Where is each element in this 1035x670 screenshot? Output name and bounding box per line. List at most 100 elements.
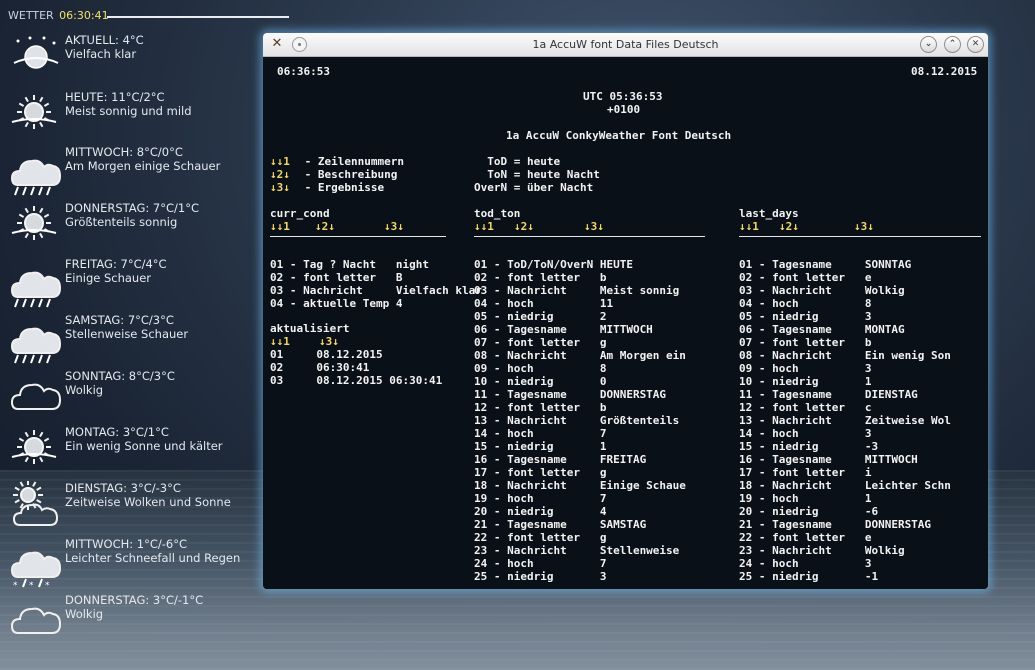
data-line: 02 06:30:41 <box>270 361 370 374</box>
data-line: 10 - niedrig 0 <box>474 375 607 388</box>
data-line: 23 - Nachricht Stellenweise <box>474 544 680 557</box>
data-line: 10 - niedrig 1 <box>739 375 872 388</box>
legend-marker: ↓2↓ <box>270 168 290 181</box>
data-line: 13 - Nachricht Zeitweise Wol <box>739 414 951 427</box>
col-marker: ↓↓1 <box>474 220 494 233</box>
data-line: 21 - Tagesname DONNERSTAG <box>739 518 932 531</box>
data-line: 23 - Nachricht Wolkig <box>739 544 905 557</box>
data-line: 16 - Tagesname FREITAG <box>474 453 647 466</box>
weather-item-description: Größtenteils sonnig <box>65 215 178 229</box>
data-line: 07 - font letter g <box>474 336 607 349</box>
weather-item: DONNERSTAG: 7°C/1°C Größtenteils sonnig <box>10 201 250 251</box>
weather-item: DONNERSTAG: 3°C/-1°C Wolkig <box>10 593 250 643</box>
weather-item-description: Wolkig <box>65 607 104 621</box>
legend-text: - Zeilennummern <box>298 155 404 168</box>
weather-item: SAMSTAG: 7°C/3°C Stellenweise Schauer <box>10 313 250 364</box>
sun-icon <box>10 201 62 247</box>
conky-header-divider <box>107 16 289 18</box>
weather-item-description: Meist sonnig und mild <box>65 104 192 118</box>
rule-curr-cond <box>270 236 446 237</box>
legend-abbreviation: OverN = über Nacht <box>474 181 594 194</box>
weather-item: MITTWOCH: 8°C/0°C Am Morgen einige Schaue… <box>10 145 250 196</box>
data-line: 06 - Tagesname MITTWOCH <box>474 323 653 336</box>
minimize-button[interactable]: ⌄ <box>920 36 937 53</box>
rule-last-days <box>739 236 981 237</box>
weather-item-title: DIENSTAG: 3°C/-3°C <box>65 481 181 495</box>
data-line: 03 - Nachricht Meist sonnig <box>474 284 680 297</box>
weather-item-description: Vielfach klar <box>65 47 137 61</box>
conky-header: WETTER 06:30:41 <box>8 9 109 22</box>
data-line: 12 - font letter b <box>474 401 607 414</box>
maximize-button[interactable]: ⌃ <box>944 36 961 53</box>
weather-item-title: DONNERSTAG: 3°C/-1°C <box>65 593 204 607</box>
data-line: 02 - font letter B <box>270 271 403 284</box>
data-line: 07 - font letter b <box>739 336 872 349</box>
data-line: 19 - hoch 1 <box>739 492 872 505</box>
window-title: 1a AccuW font Data Files Deutsch <box>532 38 719 51</box>
col-marker: ↓3↓ <box>854 220 874 233</box>
night-clear-icon <box>10 33 62 79</box>
weather-item-title: MITTWOCH: 1°C/-6°C <box>65 537 188 551</box>
weather-item: DIENSTAG: 3°C/-3°C Zeitweise Wolken und S… <box>10 480 250 531</box>
data-line: 21 - Tagesname SAMSTAG <box>474 518 647 531</box>
legend-abbreviation: ToD = heute <box>474 155 561 168</box>
data-line: 25 - niedrig -1 <box>739 570 879 583</box>
data-line: 06 - Tagesname MONTAG <box>739 323 905 336</box>
window-titlebar[interactable]: ✕ 1a AccuW font Data Files Deutsch ⌄ ⌃ ✕ <box>263 33 988 57</box>
data-line: 04 - hoch 11 <box>474 297 614 310</box>
data-line: 15 - niedrig 1 <box>474 440 607 453</box>
legend-abbreviation: ToN = heute Nacht <box>474 168 600 181</box>
data-line: 12 - font letter c <box>739 401 872 414</box>
svg-text:*: * <box>45 581 50 589</box>
data-line: 08 - Nachricht Ein wenig Son <box>739 349 951 362</box>
local-time: 06:36:53 <box>277 65 330 78</box>
data-line: 02 - font letter b <box>474 271 607 284</box>
col-marker: ↓↓1 <box>270 335 290 348</box>
terminal-window[interactable]: ✕ 1a AccuW font Data Files Deutsch ⌄ ⌃ ✕… <box>263 33 988 589</box>
weather-item-title: MONTAG: 3°C/1°C <box>65 425 169 439</box>
data-line: 20 - niedrig 4 <box>474 505 607 518</box>
section-title-curr-cond: curr_cond <box>270 207 330 220</box>
data-line: 13 - Nachricht Größtenteils <box>474 414 680 427</box>
col-marker: ↓3↓ <box>584 220 604 233</box>
data-line: 22 - font letter g <box>474 531 607 544</box>
conky-header-label: WETTER <box>8 9 54 22</box>
data-line: 11 - Tagesname DIENSTAG <box>739 388 918 401</box>
weather-item: MONTAG: 3°C/1°C Ein wenig Sonne und kälte… <box>10 425 250 475</box>
rule-tod-ton <box>474 236 705 237</box>
data-line: 15 - niedrig -3 <box>739 440 879 453</box>
data-line: 16 - Tagesname MITTWOCH <box>739 453 918 466</box>
weather-item-title: MITTWOCH: 8°C/0°C <box>65 145 183 159</box>
data-line: 02 - font letter e <box>739 271 872 284</box>
weather-item-description: Leichter Schneefall und Regen <box>65 551 241 565</box>
data-line: 08 - Nachricht Am Morgen ein <box>474 349 686 362</box>
data-line: 22 - font letter e <box>739 531 872 544</box>
col-marker: ↓2↓ <box>315 220 335 233</box>
rain-cloud-icon <box>10 145 62 196</box>
snow-rain-icon: * * * <box>10 537 62 591</box>
data-line: 25 - niedrig 3 <box>474 570 607 583</box>
data-line: 03 - Nachricht Vielfach klar <box>270 284 482 297</box>
page-heading: 1a AccuW ConkyWeather Font Deutsch <box>506 129 732 142</box>
cloud-icon <box>10 369 62 415</box>
conky-header-time: 06:30:41 <box>59 9 109 22</box>
weather-item: AKTUELL: 4°C Vielfach klar <box>10 33 250 83</box>
data-line: 04 - hoch 8 <box>739 297 872 310</box>
current-date: 08.12.2015 <box>911 65 978 78</box>
data-line: 01 - Tagesname SONNTAG <box>739 258 912 271</box>
legend-text: - Ergebnisse <box>298 181 385 194</box>
data-line: 20 - niedrig -6 <box>739 505 879 518</box>
data-line: 03 - Nachricht Wolkig <box>739 284 905 297</box>
data-line: 17 - font letter g <box>474 466 607 479</box>
weather-item-title: DONNERSTAG: 7°C/1°C <box>65 201 199 215</box>
legend-marker: ↓3↓ <box>270 181 290 194</box>
weather-item: HEUTE: 11°C/2°C Meist sonnig und mild <box>10 90 250 140</box>
close-button[interactable]: ✕ <box>967 36 984 53</box>
weather-item-title: AKTUELL: 4°C <box>65 33 144 47</box>
rain-cloud-icon <box>10 313 62 364</box>
col-marker: ↓3↓ <box>319 335 339 348</box>
terminal-content[interactable]: 06:36:53 08.12.2015 UTC 05:36:53 +0100 1… <box>263 57 988 589</box>
col-marker: ↓2↓ <box>514 220 534 233</box>
section-title-aktualisiert: aktualisiert <box>270 322 350 335</box>
data-line: 04 - aktuelle Temp 4 <box>270 297 403 310</box>
